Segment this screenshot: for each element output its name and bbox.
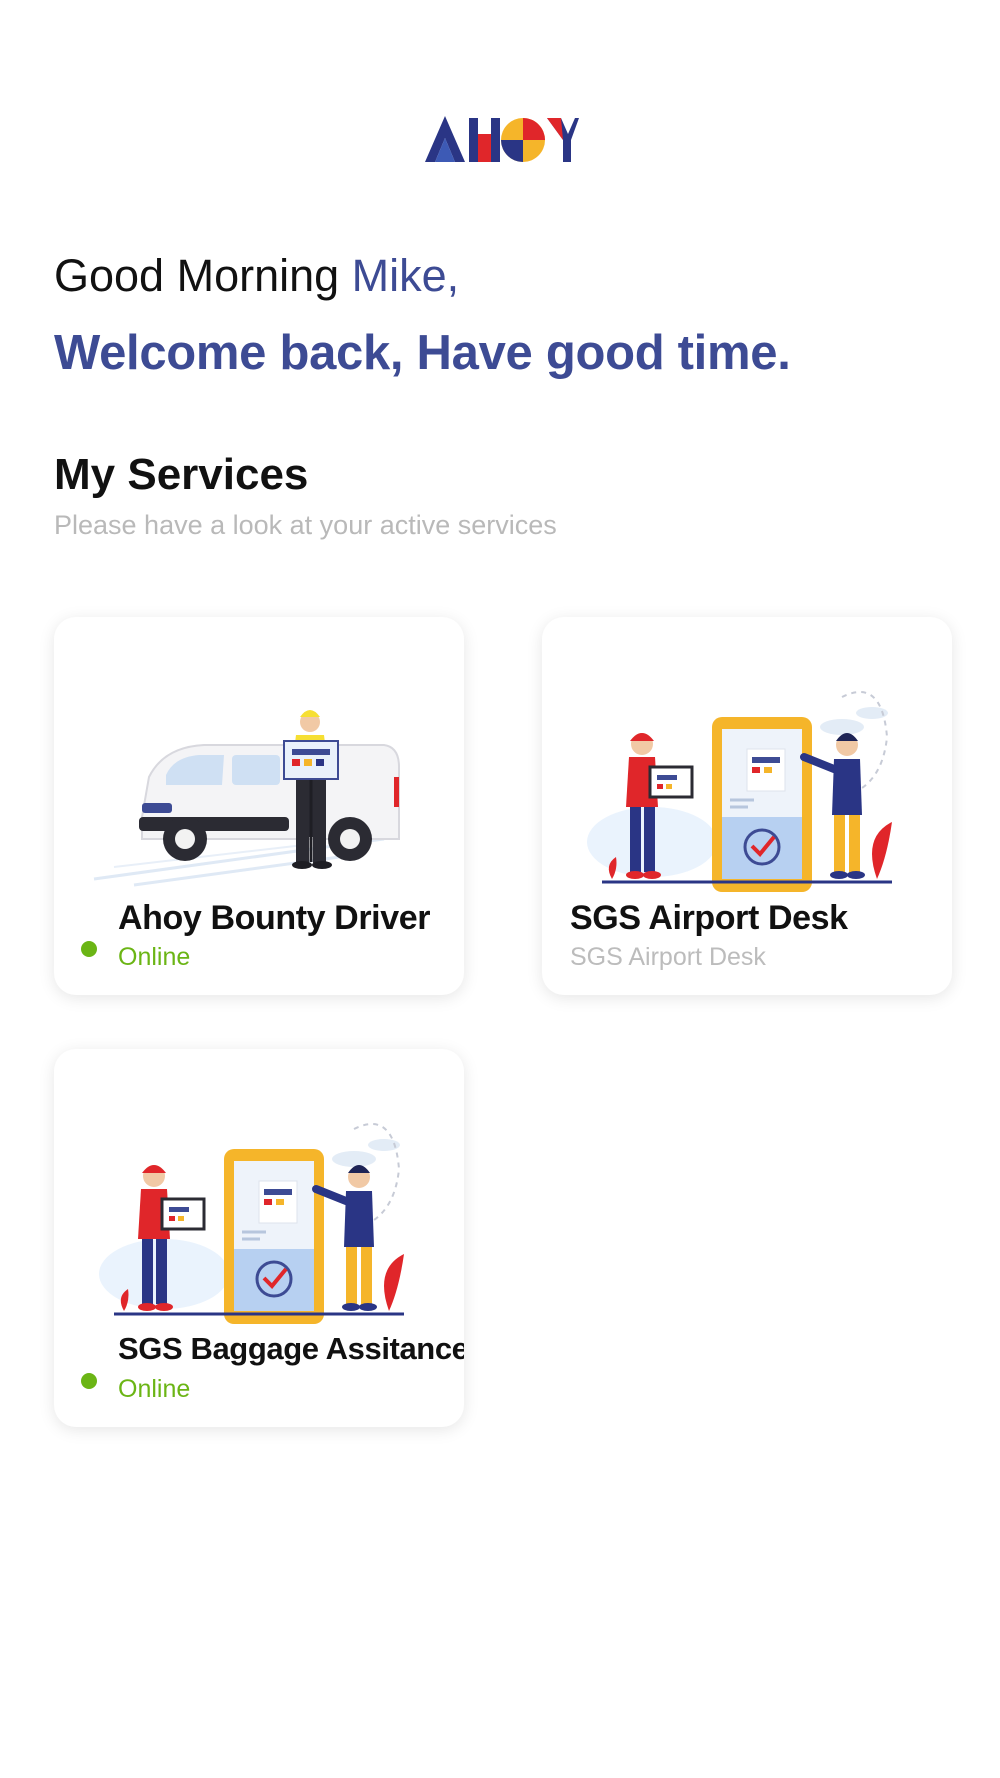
service-status: Online bbox=[118, 1375, 191, 1403]
user-name: Mike, bbox=[351, 250, 460, 301]
delivery-van-icon bbox=[54, 617, 464, 895]
baggage-assist-icon bbox=[54, 1049, 464, 1327]
service-card-baggage-assistance[interactable]: SGS Baggage Assitance Online bbox=[54, 1049, 464, 1427]
service-card-airport-desk[interactable]: SGS Airport Desk SGS Airport Desk bbox=[542, 617, 952, 995]
airport-desk-icon bbox=[542, 617, 952, 895]
welcome-message: Welcome back, Have good time. bbox=[54, 326, 791, 380]
greeting-line: Good Morning Mike, bbox=[54, 250, 459, 302]
services-subtitle: Please have a look at your active servic… bbox=[54, 510, 557, 540]
service-title: Ahoy Bounty Driver bbox=[118, 899, 431, 937]
online-indicator-icon bbox=[81, 941, 97, 957]
online-indicator-icon bbox=[81, 1373, 97, 1389]
ahoy-logo bbox=[423, 110, 579, 166]
service-status: SGS Airport Desk bbox=[570, 943, 766, 971]
service-title: SGS Baggage Assitance bbox=[118, 1331, 464, 1366]
service-card-bounty-driver[interactable]: Ahoy Bounty Driver Online bbox=[54, 617, 464, 995]
greeting-text: Good Morning bbox=[54, 250, 352, 301]
service-title: SGS Airport Desk bbox=[570, 899, 848, 937]
services-title: My Services bbox=[54, 450, 309, 499]
service-status: Online bbox=[118, 943, 191, 971]
